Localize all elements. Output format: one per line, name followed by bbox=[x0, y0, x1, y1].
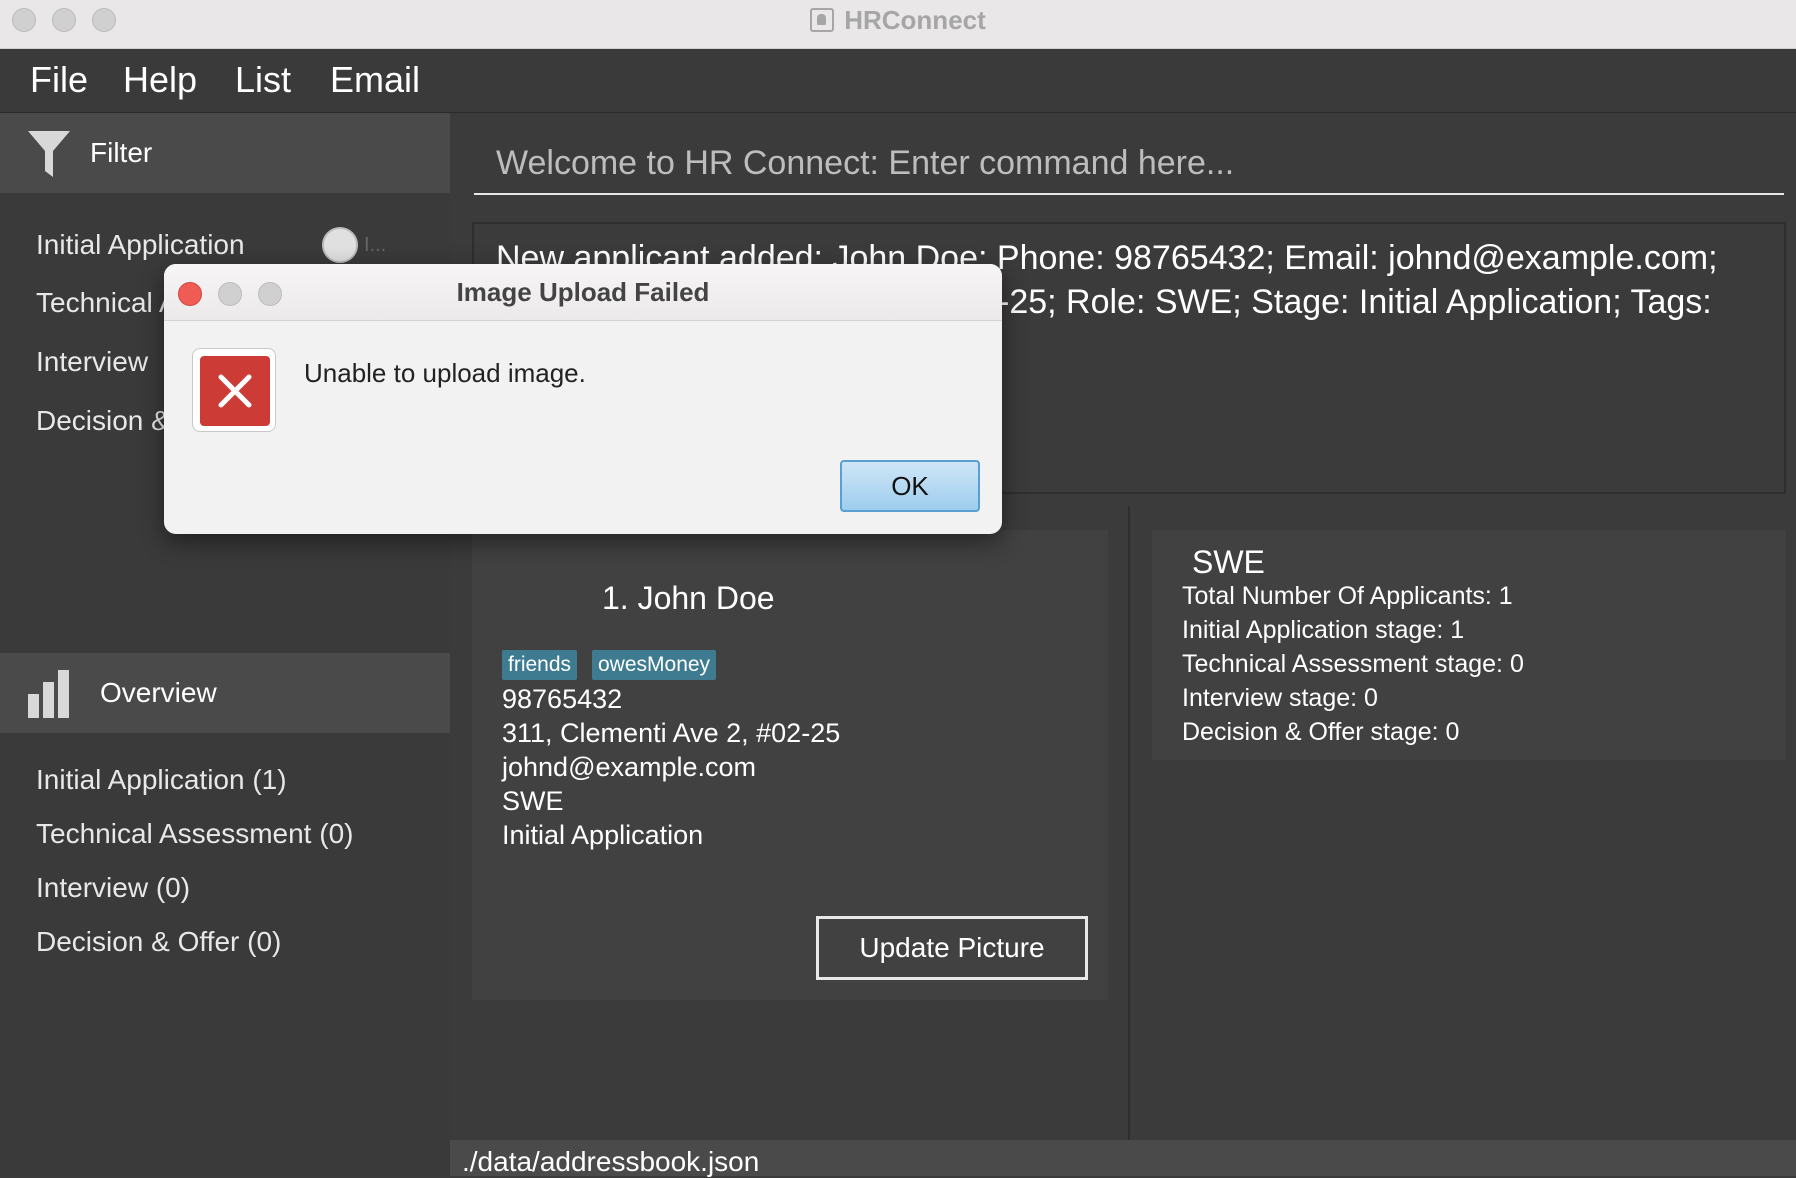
menu-bar: File Help List Email bbox=[0, 49, 1796, 113]
tag-owes-money: owesMoney bbox=[592, 650, 717, 680]
filter-label: Filter bbox=[90, 137, 153, 168]
bar-chart-icon bbox=[28, 670, 69, 718]
error-x-icon bbox=[200, 356, 270, 426]
tag-friends: friends bbox=[502, 650, 578, 680]
command-input[interactable] bbox=[494, 139, 1768, 187]
window-title-text: HRConnect bbox=[844, 4, 986, 35]
window-titlebar: HRConnect bbox=[0, 0, 1796, 49]
update-picture-button[interactable]: Update Picture bbox=[816, 916, 1088, 980]
overview-label: Overview bbox=[100, 677, 217, 708]
error-icon-frame bbox=[192, 348, 276, 432]
applicant-email: johnd@example.com bbox=[502, 752, 757, 782]
stats-total: Total Number Of Applicants: 1 bbox=[1182, 582, 1513, 610]
filter-item-technical[interactable]: Technical A bbox=[36, 287, 178, 319]
menu-file[interactable]: File bbox=[30, 59, 88, 101]
applicant-address: 311, Clementi Ave 2, #02-25 bbox=[502, 718, 841, 748]
overview-item-decision-offer[interactable]: Decision & Offer (0) bbox=[36, 926, 281, 958]
stats-initial-application: Initial Application stage: 1 bbox=[1182, 616, 1465, 644]
overview-header: Overview bbox=[0, 653, 450, 733]
menu-email[interactable]: Email bbox=[330, 59, 420, 101]
status-file-path: ./data/addressbook.json bbox=[462, 1146, 760, 1177]
menu-list[interactable]: List bbox=[235, 59, 291, 101]
applicant-card[interactable]: 1. John Doe friends owesMoney 98765432 3… bbox=[472, 530, 1108, 1000]
ok-button[interactable]: OK bbox=[840, 460, 980, 512]
stats-decision-offer: Decision & Offer stage: 0 bbox=[1182, 718, 1460, 746]
filter-item-initial-application[interactable]: Initial Application bbox=[36, 229, 245, 261]
status-bar: ./data/addressbook.json bbox=[450, 1140, 1796, 1177]
filter-item-decision[interactable]: Decision & bbox=[36, 405, 170, 437]
role-stats-panel: SWE Total Number Of Applicants: 1 Initia… bbox=[1152, 530, 1786, 760]
filter-item-interview[interactable]: Interview bbox=[36, 346, 148, 378]
command-area bbox=[450, 113, 1796, 205]
overview-item-interview[interactable]: Interview (0) bbox=[36, 872, 190, 904]
applicant-phone: 98765432 bbox=[502, 684, 623, 714]
stats-technical-assessment: Technical Assessment stage: 0 bbox=[1182, 650, 1524, 678]
dialog-title: Image Upload Failed bbox=[456, 276, 710, 307]
dialog-message: Unable to upload image. bbox=[304, 358, 586, 388]
command-box bbox=[474, 131, 1784, 195]
applicant-role: SWE bbox=[502, 786, 564, 816]
stage-toggle[interactable] bbox=[322, 227, 358, 263]
overview-item-initial-application[interactable]: Initial Application (1) bbox=[36, 764, 287, 796]
stats-role-title: SWE bbox=[1192, 544, 1265, 580]
app-icon bbox=[810, 8, 835, 32]
image-upload-failed-dialog: Image Upload Failed Unable to upload ima… bbox=[164, 264, 1002, 534]
filter-header: Filter bbox=[0, 113, 450, 193]
toggle-label: I... bbox=[364, 234, 387, 256]
overview-item-technical-assessment[interactable]: Technical Assessment (0) bbox=[36, 818, 353, 850]
dialog-titlebar: Image Upload Failed bbox=[164, 264, 1002, 321]
applicant-stage: Initial Application bbox=[502, 820, 704, 850]
menu-help[interactable]: Help bbox=[123, 59, 197, 101]
applicant-name: 1. John Doe bbox=[602, 580, 775, 616]
stats-interview: Interview stage: 0 bbox=[1182, 684, 1378, 712]
window-title: HRConnect bbox=[0, 0, 1796, 40]
filter-icon bbox=[28, 131, 70, 177]
